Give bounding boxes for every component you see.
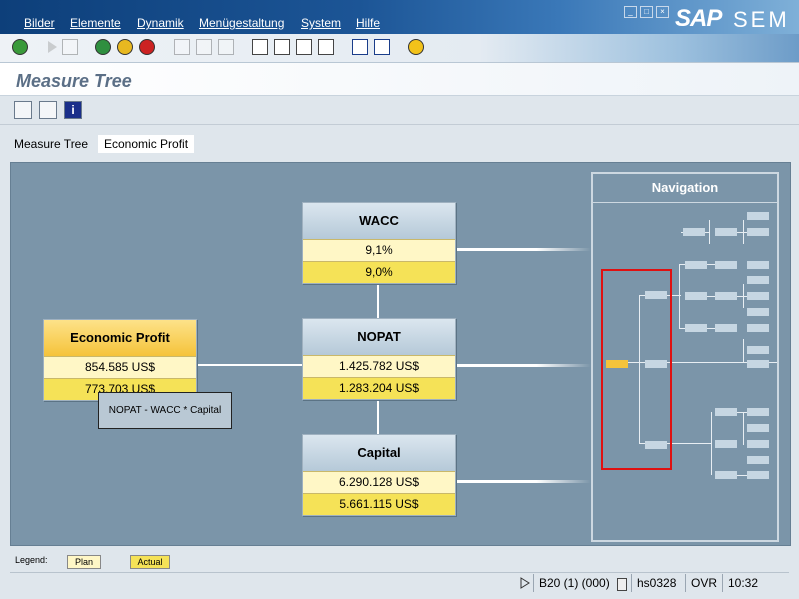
maximize-icon[interactable]: □ xyxy=(640,6,653,18)
node-title: Capital xyxy=(303,435,455,471)
navigation-viewport-frame[interactable] xyxy=(601,269,672,470)
navigation-panel: Navigation xyxy=(591,172,779,542)
node-capital[interactable]: Capital 6.290.128 US$ 5.661.115 US$ xyxy=(302,434,456,516)
nav-node[interactable] xyxy=(715,228,737,236)
formula-tooltip: NOPAT - WACC * Capital xyxy=(98,392,232,429)
menu-hilfe[interactable]: Hilfe xyxy=(356,16,380,30)
nav-node[interactable] xyxy=(715,261,737,269)
node-actual-value: 1.283.204 US$ xyxy=(303,377,455,399)
connector-line xyxy=(377,282,379,320)
status-session-icon[interactable] xyxy=(617,578,627,591)
node-plan-value: 1.425.782 US$ xyxy=(303,355,455,377)
legend-label: Legend: xyxy=(15,555,48,565)
legend-bar: Legend: xyxy=(10,551,789,569)
next-page-icon[interactable] xyxy=(296,39,312,55)
nav-node[interactable] xyxy=(747,456,769,464)
shortcut-icon[interactable] xyxy=(374,39,390,55)
nav-node[interactable] xyxy=(747,261,769,269)
minimize-icon[interactable]: _ xyxy=(624,6,637,18)
nav-node[interactable] xyxy=(747,228,769,236)
nav-node[interactable] xyxy=(685,324,707,332)
nav-node[interactable] xyxy=(747,440,769,448)
last-page-icon[interactable] xyxy=(318,39,334,55)
menu-menuegestaltung[interactable]: Menügestaltung xyxy=(199,16,284,30)
menu-bar: Bilder Elemente Dynamik Menügestaltung S… xyxy=(0,0,799,34)
help-icon[interactable] xyxy=(408,39,424,55)
title-bar: Measure Tree xyxy=(0,63,799,96)
window-controls: _ □ × xyxy=(624,3,672,18)
standard-toolbar xyxy=(0,34,799,63)
nav-node[interactable] xyxy=(747,212,769,220)
save-icon xyxy=(62,39,78,55)
node-actual-value: 5.661.115 US$ xyxy=(303,493,455,515)
status-time: 10:32 xyxy=(722,574,758,592)
close-icon[interactable]: × xyxy=(656,6,669,18)
triangle-icon xyxy=(44,39,60,55)
menu-dynamik[interactable]: Dynamik xyxy=(137,16,184,30)
back-icon[interactable] xyxy=(95,39,111,55)
exit-icon[interactable] xyxy=(117,39,133,55)
connector-line xyxy=(455,364,591,367)
nav-node[interactable] xyxy=(747,324,769,332)
info-icon[interactable]: i xyxy=(64,101,82,119)
node-plan-value: 854.585 US$ xyxy=(44,356,196,378)
nav-node[interactable] xyxy=(747,346,769,354)
prev-page-icon[interactable] xyxy=(274,39,290,55)
tab-economic-profit[interactable]: Economic Profit xyxy=(98,135,195,153)
node-title: WACC xyxy=(303,203,455,239)
nav-node[interactable] xyxy=(747,276,769,284)
collapse-icon[interactable] xyxy=(39,101,57,119)
tab-measure-tree[interactable]: Measure Tree xyxy=(8,135,95,153)
node-nopat[interactable]: NOPAT 1.425.782 US$ 1.283.204 US$ xyxy=(302,318,456,400)
connector-line xyxy=(455,248,591,251)
navigation-title: Navigation xyxy=(651,180,719,195)
menu-bilder[interactable]: Bilder xyxy=(24,16,55,30)
connector-line xyxy=(455,480,591,483)
first-page-icon[interactable] xyxy=(252,39,268,55)
nav-node[interactable] xyxy=(685,292,707,300)
check-icon[interactable] xyxy=(12,39,28,55)
nav-node[interactable] xyxy=(747,424,769,432)
application-toolbar: i xyxy=(0,96,799,125)
node-title: Economic Profit xyxy=(44,320,196,356)
find-next-icon xyxy=(218,39,234,55)
page-title: Measure Tree xyxy=(16,71,132,91)
status-server: hs0328 xyxy=(631,574,676,592)
nav-node[interactable] xyxy=(715,292,737,300)
status-expand-icon[interactable] xyxy=(520,577,530,592)
node-economic-profit[interactable]: Economic Profit 854.585 US$ 773.703 US$ xyxy=(43,319,197,401)
sap-logo: SAP xyxy=(675,5,722,32)
menu-elemente[interactable]: Elemente xyxy=(70,16,121,30)
find-icon xyxy=(196,39,212,55)
connector-line xyxy=(196,364,304,366)
status-mode: OVR xyxy=(685,574,717,592)
nav-node[interactable] xyxy=(715,408,737,416)
nav-node[interactable] xyxy=(683,228,705,236)
navigation-divider xyxy=(593,202,777,203)
expand-icon[interactable] xyxy=(14,101,32,119)
nav-node[interactable] xyxy=(715,324,737,332)
node-title: NOPAT xyxy=(303,319,455,355)
status-system: B20 (1) (000) xyxy=(533,574,610,592)
legend-plan: Plan xyxy=(67,555,101,569)
nav-node[interactable] xyxy=(747,360,769,368)
cancel-icon[interactable] xyxy=(139,39,155,55)
new-session-icon[interactable] xyxy=(352,39,368,55)
node-plan-value: 9,1% xyxy=(303,239,455,261)
legend-actual: Actual xyxy=(130,555,170,569)
nav-node[interactable] xyxy=(747,408,769,416)
nav-node[interactable] xyxy=(715,440,737,448)
nav-node[interactable] xyxy=(747,471,769,479)
node-actual-value: 9,0% xyxy=(303,261,455,283)
nav-node[interactable] xyxy=(685,261,707,269)
product-logo: SEM xyxy=(733,7,790,32)
print-icon xyxy=(174,39,190,55)
nav-node[interactable] xyxy=(715,471,737,479)
menu-system[interactable]: System xyxy=(301,16,341,30)
nav-node[interactable] xyxy=(747,308,769,316)
node-wacc[interactable]: WACC 9,1% 9,0% xyxy=(302,202,456,284)
node-plan-value: 6.290.128 US$ xyxy=(303,471,455,493)
nav-node[interactable] xyxy=(747,292,769,300)
connector-line xyxy=(377,398,379,436)
